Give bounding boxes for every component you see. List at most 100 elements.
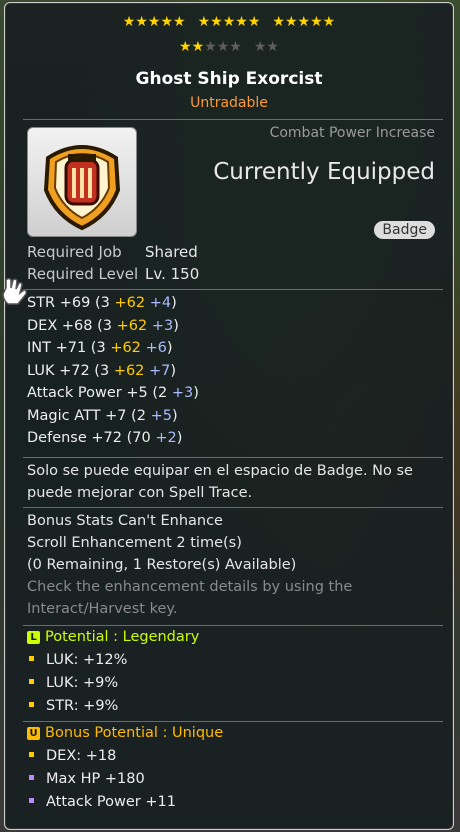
potential-line: LUK: +9%: [29, 675, 118, 691]
stat-name: INT: [27, 340, 56, 356]
star-filled-icon: ★: [173, 14, 186, 30]
star-force-row-1: ★★★★★ ★★★★★ ★★★★★: [5, 15, 453, 29]
potential-text: LUK: +12%: [46, 652, 128, 668]
star-group: ★★★★★: [198, 15, 261, 29]
stat-name: Defense: [27, 430, 92, 446]
item-name: Ghost Ship Exorcist: [135, 69, 323, 89]
potential-text: LUK: +9%: [46, 675, 119, 691]
star-filled-icon: ★: [284, 14, 298, 30]
potential-line: DEX: +18: [29, 748, 116, 764]
bullet-icon: [29, 798, 34, 803]
stat-base: 3: [96, 340, 111, 356]
stat-row: Magic ATT +7 (2 +5): [27, 408, 178, 424]
stat-name: Magic ATT: [27, 407, 106, 424]
star-filled-icon: ★: [179, 39, 192, 55]
stat-close: ): [171, 295, 177, 311]
stat-name: DEX: [27, 317, 62, 334]
star-group: ★★★★★: [272, 15, 335, 29]
star-group: ★★★★★: [179, 40, 242, 54]
stat-name: Attack Power: [27, 385, 127, 401]
hand-cursor-icon: [2, 277, 27, 305]
stat-total: +72 (: [91, 430, 133, 446]
bullet-icon: [29, 775, 34, 780]
bonus-stats-note: Bonus Stats Can't Enhance: [27, 513, 223, 529]
divider: [23, 289, 443, 290]
star-filled-icon: ★: [210, 14, 223, 30]
legendary-grade-icon: L: [27, 631, 40, 644]
stat-row: LUK +72 (3 +62 +7): [27, 363, 176, 379]
stat-enhance: +6: [145, 340, 167, 356]
stat-base: 70: [132, 430, 156, 446]
unique-grade-icon: U: [27, 727, 40, 740]
stat-close: ): [171, 407, 178, 424]
stat-close: ): [170, 362, 177, 379]
stat-total: +68 (: [61, 317, 103, 334]
stat-name: STR: [27, 295, 60, 311]
stat-total: +7 (: [105, 407, 137, 424]
required-level-label: Required Level: [27, 265, 139, 283]
star-force-row-2: ★★★★★ ★★: [5, 40, 453, 54]
divider: [23, 119, 443, 120]
potential-text: STR: +9%: [46, 698, 119, 714]
stat-row: INT +71 (3 +62 +6): [27, 340, 173, 356]
stat-total: +69 (: [59, 295, 101, 311]
star-filled-icon: ★: [122, 14, 136, 30]
potential-text: Attack Power +11: [46, 794, 176, 810]
potential-title: Potential : Legendary: [45, 629, 200, 645]
stat-total: +72 (: [59, 362, 100, 379]
star-filled-icon: ★: [235, 14, 248, 30]
star-group: ★★: [254, 40, 279, 54]
star-empty-icon: ★: [204, 39, 217, 55]
star-filled-icon: ★: [222, 14, 236, 30]
required-job: Required Job Shared: [27, 243, 198, 261]
divider: [23, 507, 443, 508]
bonus-potential-header: U Bonus Potential : Unique: [27, 725, 223, 741]
stat-base: 2: [136, 407, 151, 424]
potential-line: Max HP +180: [29, 771, 145, 787]
star-group: ★★★★★: [123, 15, 186, 29]
bullet-icon: [29, 679, 34, 684]
item-tooltip: ★★★★★ ★★★★★ ★★★★★ ★★★★★ ★★ Ghost Ship Exorc…: [4, 2, 454, 830]
stat-close: ): [193, 385, 199, 401]
potential-text: Max HP +180: [46, 771, 145, 787]
stat-row: STR +69 (3 +62 +4): [27, 295, 177, 311]
star-filled-icon: ★: [147, 14, 161, 30]
stat-enhance: +4: [149, 295, 172, 311]
star-empty-icon: ★: [266, 39, 279, 55]
star-empty-icon: ★: [216, 39, 230, 55]
stat-total: +5 (: [126, 385, 159, 401]
star-filled-icon: ★: [197, 14, 211, 30]
bonus-potential-title: Bonus Potential : Unique: [45, 725, 224, 741]
item-category-badge: Badge: [374, 221, 435, 239]
required-level-value: Lv. 150: [145, 265, 200, 283]
stat-enhance: +7: [149, 362, 171, 379]
remaining-upgrades: (0 Remaining, 1 Restore(s) Available): [27, 557, 297, 573]
bullet-icon: [29, 702, 34, 707]
stat-enhance: +3: [171, 385, 194, 401]
stat-name: LUK: [27, 362, 60, 379]
star-empty-icon: ★: [253, 39, 267, 55]
stat-total: +71 (: [55, 340, 97, 356]
ghost-ship-badge-icon: [43, 145, 121, 231]
star-empty-icon: ★: [229, 39, 242, 55]
enhance-info: Bonus Stats Can't Enhance Scroll Enhance…: [27, 510, 442, 620]
potential-text: DEX: +18: [46, 748, 117, 764]
divider: [23, 457, 443, 458]
item-description: Solo se puede equipar en el espacio de B…: [27, 463, 413, 501]
star-filled-icon: ★: [297, 14, 311, 30]
scroll-enhancement: Scroll Enhancement 2 time(s): [27, 535, 242, 551]
star-filled-icon: ★: [247, 14, 261, 30]
bullet-icon: [29, 656, 34, 661]
divider: [23, 625, 443, 626]
stat-close: ): [173, 317, 179, 334]
stat-base: 3: [102, 317, 117, 334]
potential-header: L Potential : Legendary: [27, 629, 199, 645]
stat-enhance: +3: [151, 317, 174, 334]
item-icon-frame: [27, 127, 137, 237]
stat-close: ): [166, 340, 173, 356]
stat-bonus: +62: [116, 317, 152, 334]
stat-base: 2: [158, 385, 172, 401]
equip-status: Currently Equipped: [213, 159, 435, 185]
potential-line: STR: +9%: [29, 698, 118, 714]
stat-enhance: +2: [155, 430, 177, 446]
